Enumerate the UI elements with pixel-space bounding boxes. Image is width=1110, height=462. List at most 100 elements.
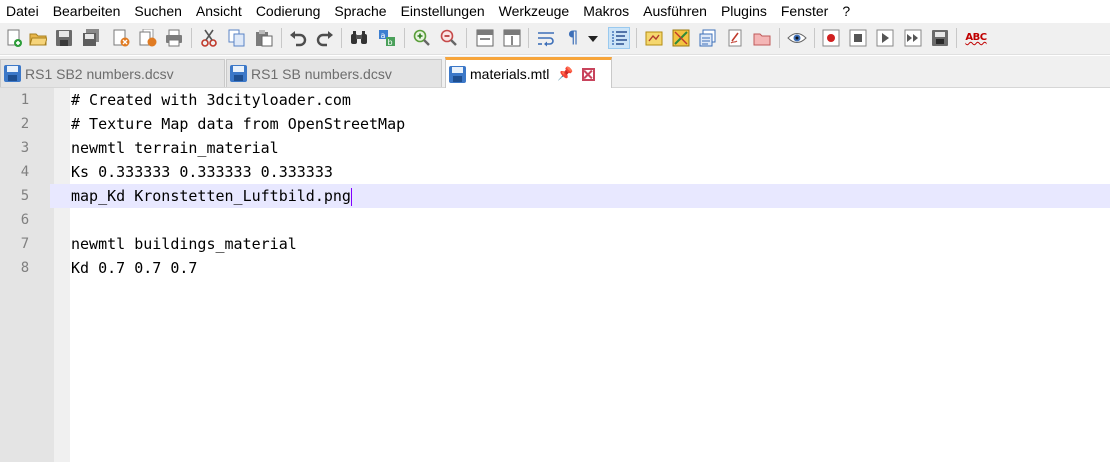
line-text: # Created with 3dcityloader.com: [71, 91, 351, 109]
spell-check-icon[interactable]: ABC: [963, 27, 989, 49]
saved-file-icon: [4, 65, 21, 82]
line-number: 5: [0, 184, 50, 208]
folder-as-workspace-icon[interactable]: [724, 27, 746, 49]
toolbar-separator: [341, 28, 342, 48]
undo-icon[interactable]: [287, 27, 309, 49]
cut-icon[interactable]: [198, 27, 220, 49]
current-code-line[interactable]: 5 map_Kd Kronstetten_Luftbild.png: [0, 184, 1110, 208]
tab-label: RS1 SB numbers.dcsv: [251, 65, 392, 82]
tab-label: RS1 SB2 numbers.dcsv: [25, 65, 174, 82]
line-number: 4: [20, 164, 30, 180]
code-line[interactable]: 6: [0, 208, 1110, 232]
line-number: 2: [20, 116, 30, 132]
menu-suchen[interactable]: Suchen: [127, 0, 188, 23]
line-text: map_Kd Kronstetten_Luftbild.png: [71, 184, 352, 208]
user-language-icon[interactable]: [643, 27, 665, 49]
close-tab-icon[interactable]: [581, 67, 595, 81]
menu-makros[interactable]: Makros: [576, 0, 636, 23]
line-number: 3: [20, 140, 30, 156]
menu-ansicht[interactable]: Ansicht: [189, 0, 249, 23]
toolbar-separator: [191, 28, 192, 48]
editor-area[interactable]: 1 # Created with 3dcityloader.com 2 # Te…: [0, 88, 1110, 462]
zoom-out-icon[interactable]: [438, 27, 460, 49]
toolbar-separator: [404, 28, 405, 48]
menu-datei[interactable]: Datei: [0, 0, 46, 23]
tab-bar: RS1 SB2 numbers.dcsv RS1 SB numbers.dcsv…: [0, 56, 1110, 88]
toolbar-separator: [779, 28, 780, 48]
play-macro-icon[interactable]: [874, 27, 896, 49]
svg-text:a: a: [381, 31, 386, 40]
line-number: 8: [20, 260, 30, 276]
close-file-icon[interactable]: [110, 27, 132, 49]
eye-icon[interactable]: [786, 27, 808, 49]
replace-icon[interactable]: ab: [376, 27, 398, 49]
code-line[interactable]: 8 Kd 0.7 0.7 0.7: [0, 256, 1110, 280]
text-caret: [350, 187, 352, 206]
menu-fenster[interactable]: Fenster: [774, 0, 835, 23]
redo-icon[interactable]: [314, 27, 336, 49]
menu-werkzeuge[interactable]: Werkzeuge: [492, 0, 577, 23]
tab-rs1-sb-numbers[interactable]: RS1 SB numbers.dcsv: [226, 59, 442, 87]
record-macro-icon[interactable]: [820, 27, 842, 49]
svg-text:b: b: [388, 38, 393, 47]
code-line[interactable]: 4 Ks 0.333333 0.333333 0.333333: [0, 160, 1110, 184]
tab-materials-mtl[interactable]: materials.mtl 📌: [445, 57, 612, 88]
indent-guide-icon[interactable]: [608, 27, 630, 49]
toolbar-separator: [814, 28, 815, 48]
line-number: 7: [20, 236, 30, 252]
close-all-icon[interactable]: [137, 27, 159, 49]
menu-sprache[interactable]: Sprache: [327, 0, 393, 23]
sync-vertical-scroll-icon[interactable]: [474, 27, 496, 49]
line-text: # Texture Map data from OpenStreetMap: [71, 115, 406, 133]
line-number: 6: [20, 212, 30, 228]
toolbar-separator: [636, 28, 637, 48]
show-all-chars-icon[interactable]: ¶: [562, 27, 584, 49]
function-list-icon[interactable]: [697, 27, 719, 49]
saved-file-icon: [230, 65, 247, 82]
code-line[interactable]: 7 newmtl buildings_material: [0, 232, 1110, 256]
menu-plugins[interactable]: Plugins: [714, 0, 774, 23]
spell-check-label: ABC: [965, 32, 987, 43]
chevron-down-icon[interactable]: [585, 27, 601, 49]
monitoring-folder-icon[interactable]: [751, 27, 773, 49]
line-text: Kd 0.7 0.7 0.7: [71, 259, 198, 277]
pin-icon[interactable]: 📌: [557, 66, 573, 82]
code-line[interactable]: 2 # Texture Map data from OpenStreetMap: [0, 112, 1110, 136]
toolbar-separator: [528, 28, 529, 48]
line-text: newmtl buildings_material: [71, 235, 297, 253]
code-line[interactable]: 1 # Created with 3dcityloader.com: [0, 88, 1110, 112]
save-all-icon[interactable]: [80, 27, 102, 49]
menu-bar: Datei Bearbeiten Suchen Ansicht Codierun…: [0, 0, 1110, 23]
stop-macro-icon[interactable]: [847, 27, 869, 49]
tab-label: materials.mtl: [470, 66, 550, 82]
sync-horizontal-scroll-icon[interactable]: [501, 27, 523, 49]
save-icon[interactable]: [53, 27, 75, 49]
menu-help[interactable]: ?: [835, 0, 857, 23]
save-macro-icon[interactable]: [929, 27, 951, 49]
line-text-content: map_Kd Kronstetten_Luftbild.png: [71, 187, 351, 205]
toolbar: ab ¶ ABC: [0, 23, 1110, 55]
menu-codierung[interactable]: Codierung: [249, 0, 328, 23]
menu-bearbeiten[interactable]: Bearbeiten: [46, 0, 128, 23]
find-icon[interactable]: [348, 27, 370, 49]
line-text: newmtl terrain_material: [71, 139, 279, 157]
saved-file-icon: [449, 65, 466, 83]
tab-rs1-sb2-numbers[interactable]: RS1 SB2 numbers.dcsv: [0, 59, 225, 87]
open-folder-icon[interactable]: [27, 27, 49, 49]
toolbar-separator: [956, 28, 957, 48]
paste-icon[interactable]: [253, 27, 275, 49]
toolbar-separator: [466, 28, 467, 48]
zoom-in-icon[interactable]: [411, 27, 433, 49]
copy-icon[interactable]: [226, 27, 248, 49]
toolbar-separator: [281, 28, 282, 48]
word-wrap-icon[interactable]: [535, 27, 557, 49]
document-map-icon[interactable]: [670, 27, 692, 49]
menu-einstellungen[interactable]: Einstellungen: [394, 0, 492, 23]
menu-ausfuehren[interactable]: Ausführen: [636, 0, 714, 23]
print-icon[interactable]: [163, 27, 185, 49]
code-line[interactable]: 3 newmtl terrain_material: [0, 136, 1110, 160]
line-number: 1: [20, 92, 30, 108]
run-macro-multiple-icon[interactable]: [902, 27, 924, 49]
line-text: Ks 0.333333 0.333333 0.333333: [71, 163, 333, 181]
new-file-icon[interactable]: [3, 27, 25, 49]
